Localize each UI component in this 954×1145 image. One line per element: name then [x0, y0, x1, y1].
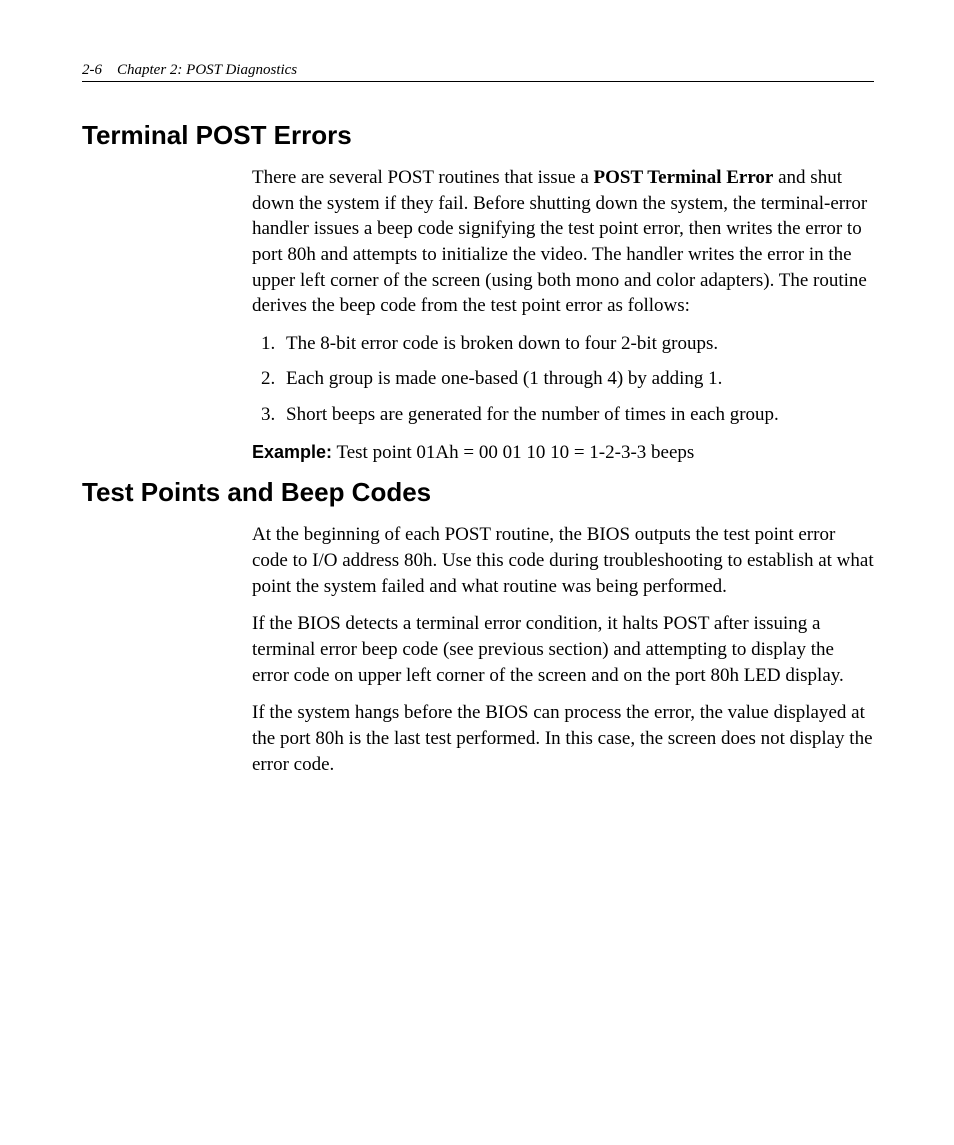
section1-para1-b: and shut down the system if they fail. B… [252, 167, 867, 316]
section2-body: At the beginning of each POST routine, t… [252, 522, 874, 777]
list-item: Short beeps are generated for the number… [280, 402, 874, 428]
page: 2-6 Chapter 2: POST Diagnostics Terminal… [0, 0, 954, 777]
section1-para1: There are several POST routines that iss… [252, 165, 874, 319]
section2-para2: If the BIOS detects a terminal error con… [252, 611, 874, 688]
list-item: The 8-bit error code is broken down to f… [280, 331, 874, 357]
section1-para1-bold: POST Terminal Error [594, 167, 774, 188]
section1-para1-a: There are several POST routines that iss… [252, 167, 594, 188]
section2-para3: If the system hangs before the BIOS can … [252, 700, 874, 777]
list-item: Each group is made one-based (1 through … [280, 366, 874, 392]
heading-terminal-post-errors: Terminal POST Errors [82, 120, 874, 151]
running-header: 2-6 Chapter 2: POST Diagnostics [82, 62, 874, 82]
example-text: Test point 01Ah = 00 01 10 10 = 1-2-3-3 … [332, 442, 694, 463]
section1-list: The 8-bit error code is broken down to f… [252, 331, 874, 428]
example-line: Example: Test point 01Ah = 00 01 10 10 =… [252, 440, 874, 466]
section1-body: There are several POST routines that iss… [252, 165, 874, 465]
heading-test-points-beep-codes: Test Points and Beep Codes [82, 477, 874, 508]
chapter-label: Chapter 2: POST Diagnostics [117, 62, 297, 78]
page-number: 2-6 [82, 62, 102, 78]
section2-para1: At the beginning of each POST routine, t… [252, 522, 874, 599]
example-label: Example: [252, 442, 332, 462]
